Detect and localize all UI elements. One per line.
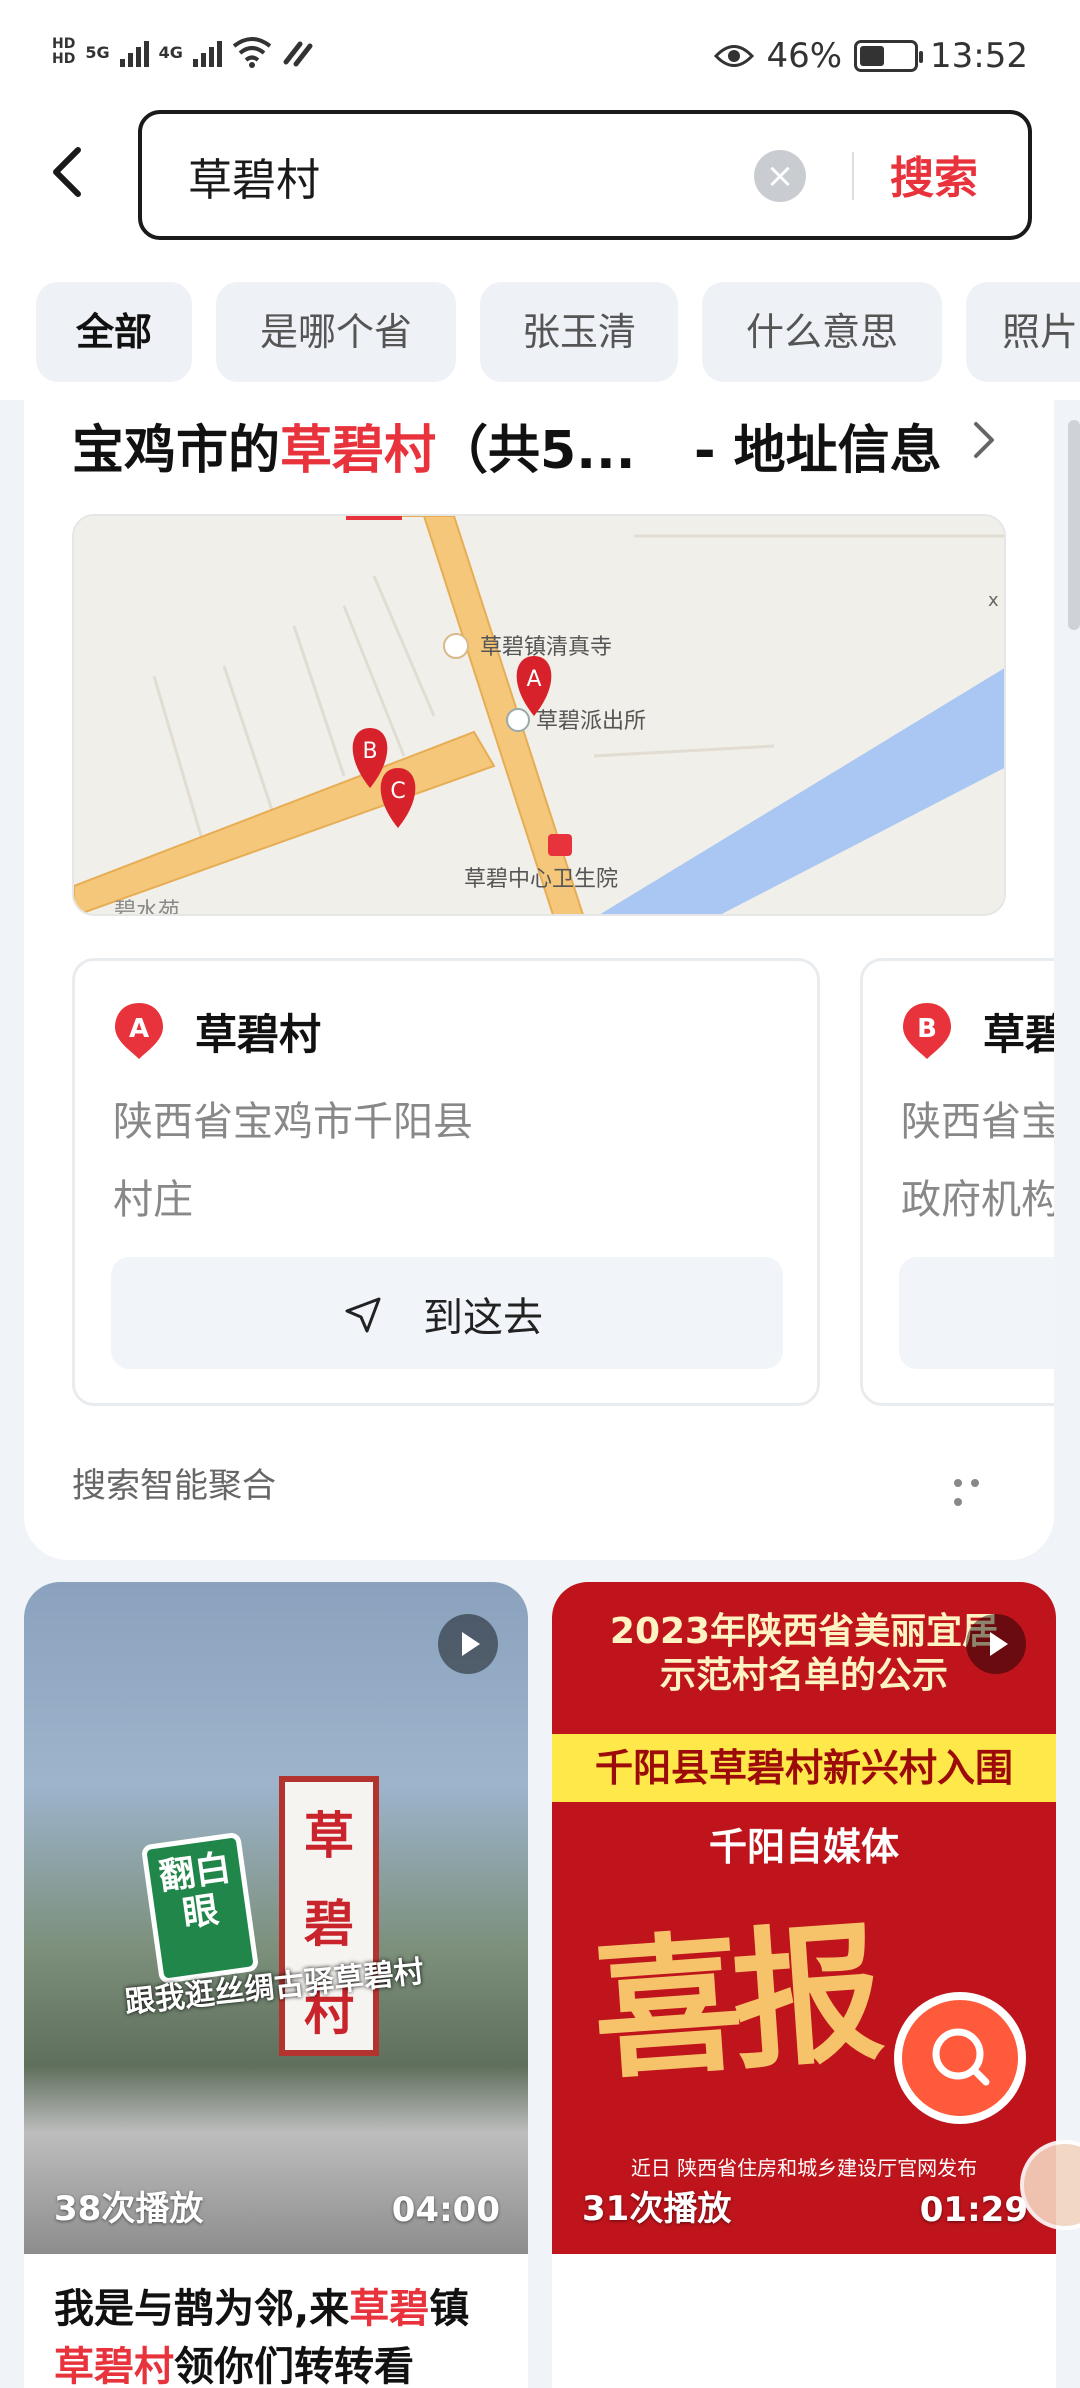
hd-indicator: HD HD bbox=[52, 37, 75, 67]
hd-bottom-label: HD bbox=[52, 51, 76, 67]
status-bar: HD HD 5G 4G 46% 13:52 bbox=[0, 0, 1080, 110]
location-pin-icon: A bbox=[115, 1003, 163, 1059]
play-icon[interactable] bbox=[438, 1614, 498, 1674]
video-info-panel-2 bbox=[552, 2254, 1056, 2388]
svg-text:A: A bbox=[526, 667, 541, 692]
title-suffix: （共5... bbox=[436, 421, 636, 481]
search-fab-icon[interactable] bbox=[894, 1992, 1026, 2124]
close-circle-icon[interactable]: × bbox=[754, 150, 806, 202]
video-card-1[interactable]: 翻白眼 草 碧 村 跟我逛丝绸古驿草碧村 38次播放 04:00 bbox=[24, 1582, 528, 2254]
search-box[interactable]: 草碧村 × 搜索 bbox=[138, 110, 1032, 240]
location-name: 草碧村 bbox=[195, 1010, 322, 1059]
navigate-button[interactable]: 到这去 bbox=[111, 1257, 783, 1369]
card-title-right[interactable]: - 地址信息 bbox=[694, 408, 942, 483]
svg-text:C: C bbox=[390, 779, 405, 804]
aggregation-label: 搜索智能聚合 bbox=[72, 1466, 276, 1506]
navigate-label: 到这去 bbox=[423, 1295, 543, 1341]
video-thumbnail bbox=[24, 1582, 528, 2254]
hd-top-label: HD bbox=[52, 36, 76, 52]
battery-icon bbox=[854, 40, 924, 72]
navigate-button[interactable] bbox=[899, 1257, 1054, 1369]
search-header: 草碧村 × 搜索 bbox=[0, 100, 1080, 250]
chip-all[interactable]: 全部 bbox=[36, 282, 192, 382]
signal-icon bbox=[119, 37, 149, 67]
map-view[interactable]: 草碧镇清真寺 草碧派出所 草碧中心卫生院 碧水苑 x A B C bbox=[72, 514, 1006, 916]
battery-percent: 46% bbox=[766, 36, 843, 76]
video-duration: 04:00 bbox=[391, 2190, 500, 2230]
card-title[interactable]: 宝鸡市的草碧村（共5... bbox=[72, 408, 635, 483]
video-footer-text: 近日 陕西省住房和城乡建设厅官网发布 bbox=[630, 2156, 978, 2180]
location-card-a[interactable]: A 草碧村 陕西省宝鸡市千阳县 村庄 到这去 bbox=[72, 958, 820, 1406]
chevron-right-icon[interactable] bbox=[964, 420, 1004, 460]
video-big-text: 喜报 bbox=[587, 1905, 879, 2101]
location-card-b[interactable]: B 草碧 陕西省宝 政府机构 bbox=[860, 958, 1054, 1406]
eye-icon bbox=[714, 45, 755, 67]
svg-text:B: B bbox=[917, 1014, 937, 1044]
play-icon[interactable] bbox=[966, 1614, 1026, 1674]
title-prefix: 宝鸡市的 bbox=[72, 421, 281, 481]
video-play-count: 31次播放 bbox=[582, 2189, 732, 2229]
chip-photos[interactable]: 照片 bbox=[966, 282, 1080, 382]
search-input[interactable]: 草碧村 bbox=[188, 144, 320, 208]
video-card-2[interactable]: 2023年陕西省美丽宜居 示范村名单的公示 千阳县草碧村新兴村入围 千阳自媒体 … bbox=[552, 1582, 1056, 2254]
location-name: 草碧 bbox=[983, 1010, 1054, 1059]
svg-text:B: B bbox=[362, 739, 377, 764]
map-top-marker bbox=[346, 516, 402, 520]
map-label-clinic: 草碧中心卫生院 bbox=[464, 867, 618, 892]
location-type: 政府机构 bbox=[901, 1177, 1054, 1223]
location-pin-icon: B bbox=[903, 1003, 951, 1059]
video-duration: 01:29 bbox=[919, 2190, 1028, 2230]
location-type: 村庄 bbox=[113, 1177, 193, 1223]
more-options-icon[interactable] bbox=[954, 1472, 1004, 1506]
video-band-text: 千阳县草碧村新兴村入围 bbox=[552, 1734, 1056, 1802]
chip-zhang-yuqing[interactable]: 张玉清 bbox=[480, 282, 678, 382]
svg-text:A: A bbox=[129, 1014, 149, 1044]
location-address: 陕西省宝鸡市千阳县 bbox=[113, 1099, 473, 1145]
navigation-arrow-icon bbox=[345, 1297, 381, 1333]
hotspot-link-icon bbox=[283, 41, 313, 67]
title-highlight: 草碧村 bbox=[280, 421, 437, 481]
chip-meaning[interactable]: 什么意思 bbox=[702, 282, 942, 382]
location-result-card: 宝鸡市的草碧村（共5... - 地址信息 草碧镇清真寺 草碧派出所 草碧中心卫生… bbox=[24, 400, 1054, 1560]
search-button[interactable]: 搜索 bbox=[890, 142, 978, 206]
signal-icon-2 bbox=[192, 37, 222, 67]
battery-fill bbox=[860, 46, 885, 66]
chevron-left-icon[interactable] bbox=[40, 142, 100, 202]
video-tag: 翻白眼 bbox=[140, 1831, 260, 1985]
svg-text:x: x bbox=[988, 590, 999, 611]
chip-which-province[interactable]: 是哪个省 bbox=[216, 282, 456, 382]
map-label-partial: 碧水苑 bbox=[114, 899, 180, 916]
video-subtitle: 千阳自媒体 bbox=[708, 1825, 899, 1869]
scrollbar[interactable] bbox=[1068, 420, 1080, 630]
suggestion-chip-bar: 全部 是哪个省 张玉清 什么意思 照片 bbox=[0, 250, 1080, 400]
map-label-police: 草碧派出所 bbox=[536, 709, 646, 734]
video-play-count: 38次播放 bbox=[54, 2189, 204, 2229]
net-4g-label: 4G bbox=[158, 42, 183, 62]
status-right: 46% 13:52 bbox=[714, 36, 1028, 76]
status-left: HD HD 5G 4G bbox=[52, 36, 316, 68]
divider bbox=[852, 152, 854, 200]
wifi-icon bbox=[232, 37, 272, 68]
village-sign: 草 碧 村 bbox=[279, 1776, 379, 2056]
net-5g-label: 5G bbox=[85, 42, 110, 62]
map-label-mosque: 草碧镇清真寺 bbox=[480, 635, 612, 660]
location-address: 陕西省宝 bbox=[901, 1099, 1054, 1145]
clock: 13:52 bbox=[930, 36, 1028, 76]
video-title[interactable]: 我是与鹊为邻,来草碧镇 草碧村领你们转转看 bbox=[54, 2280, 524, 2388]
